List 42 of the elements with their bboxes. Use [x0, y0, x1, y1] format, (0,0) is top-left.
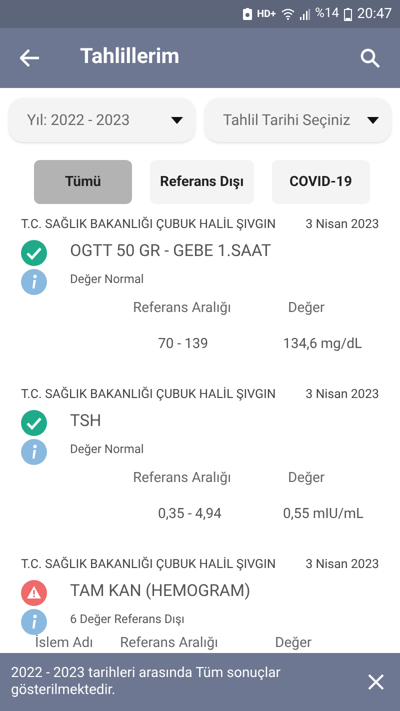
- test-name: OGTT 50 GR - GEBE 1.SAAT: [70, 241, 272, 264]
- test-name: TAM KAN (HEMOGRAM): [70, 581, 250, 604]
- back-arrow-icon[interactable]: [20, 49, 40, 67]
- screen-title: Tahlillerim: [80, 44, 180, 72]
- dropdown[interactable]: Yıl: 2022 - 2023: [9, 98, 195, 142]
- result-date: 3 Nisan 2023: [306, 386, 379, 404]
- dropdown-caret-icon: [171, 116, 183, 124]
- table-cell-text: 134,6 mg/dL: [283, 334, 362, 354]
- column-header: Değer: [274, 636, 312, 651]
- dropdown-caret-icon: [367, 116, 379, 124]
- institution-name: T.C. SAĞLIK BAKANLIĞI ÇUBUK HALİL ŞIVGIN: [21, 386, 276, 404]
- table-cell-text: 0,55 mIU/mL: [283, 504, 364, 524]
- filter-chip[interactable]: Referans Dışı: [150, 160, 254, 204]
- battery-saver-icon: [242, 8, 252, 20]
- close-icon[interactable]: [368, 674, 384, 690]
- network-type: HD+: [256, 8, 276, 22]
- result-date: 3 Nisan 2023: [306, 216, 379, 234]
- institution-name: T.C. SAĞLIK BAKANLIĞI ÇUBUK HALİL ŞIVGIN: [21, 216, 276, 234]
- column-header: Referans Aralığı: [133, 470, 232, 486]
- column-header: Değer: [287, 300, 325, 316]
- test-name: TSH: [70, 411, 102, 434]
- result-status: Değer Normal: [70, 441, 144, 458]
- dropdown[interactable]: Tahlil Tarihi Seçiniz: [205, 98, 391, 142]
- table-cell-text: 0,35 - 4,94: [157, 504, 223, 524]
- result-status: 6 Değer Referans Dışı: [70, 611, 184, 628]
- column-header: Referans Aralığı: [120, 636, 220, 651]
- result-status: Değer Normal: [70, 271, 144, 288]
- clock: 20:47: [357, 4, 392, 24]
- column-header: Referans Aralığı: [133, 300, 232, 316]
- snackbar-message: 2022 - 2023 tarihleri arasında Tüm sonuçlar gösterilmektedir.: [11, 665, 282, 699]
- institution-name: T.C. SAĞLIK BAKANLIĞI ÇUBUK HALİL ŞIVGIN: [21, 556, 276, 574]
- battery-icon: [344, 8, 352, 20]
- table-cell-text: 70 - 139: [157, 334, 210, 354]
- filter-chip[interactable]: COVID-19: [272, 160, 370, 204]
- signal-icon: [300, 8, 310, 20]
- filter-chip[interactable]: Tümü: [34, 160, 132, 204]
- search-icon[interactable]: [360, 48, 380, 68]
- wifi-icon: [280, 8, 295, 20]
- battery-percent: %14: [314, 5, 340, 24]
- result-date: 3 Nisan 2023: [306, 556, 379, 574]
- column-header: İslem Adı: [34, 636, 94, 651]
- column-header: Değer: [287, 470, 325, 486]
